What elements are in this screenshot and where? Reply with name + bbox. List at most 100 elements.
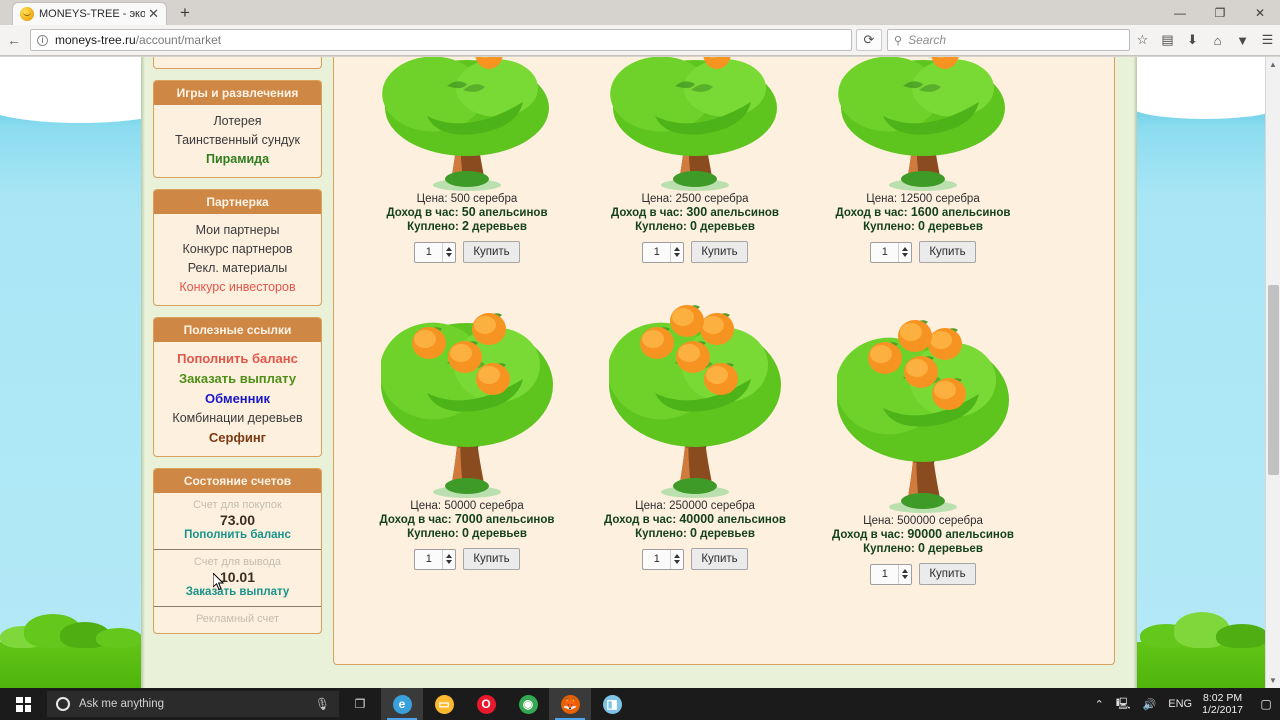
- scroll-down-icon[interactable]: ▼: [1266, 673, 1280, 688]
- price-currency: серебра: [935, 193, 980, 205]
- quantity-stepper[interactable]: 1: [642, 548, 685, 570]
- volume-icon[interactable]: 🔊: [1137, 698, 1163, 711]
- menu-icon[interactable]: ☰: [1255, 26, 1280, 54]
- library-icon[interactable]: ▤: [1155, 26, 1180, 54]
- windows-taskbar: Ask me anything 🎙 ❐ e ▭ O ◉ 🦊 ◨ ⌃ 🖳 🔊 ENG 8:0…: [0, 688, 1280, 720]
- taskbar-app-file-explorer[interactable]: ▭: [423, 688, 465, 720]
- stepper-arrows-icon[interactable]: [670, 549, 683, 569]
- sidebar-link[interactable]: Мои партнеры: [160, 220, 315, 239]
- income-label: Доход в час:: [835, 207, 908, 219]
- buy-button[interactable]: Купить: [691, 241, 748, 263]
- income-unit: апельсинов: [710, 207, 779, 219]
- reload-button[interactable]: ⟳: [856, 29, 882, 51]
- quantity-value[interactable]: 1: [415, 246, 442, 258]
- show-hidden-icons[interactable]: ⌃: [1089, 698, 1110, 711]
- buy-button[interactable]: Купить: [463, 548, 520, 570]
- quantity-stepper[interactable]: 1: [414, 241, 457, 263]
- market-card: Цена: 250000 серебра Доход в час: 40000 а…: [580, 305, 810, 570]
- price-currency: серебра: [938, 515, 983, 527]
- quantity-stepper[interactable]: 1: [870, 241, 913, 263]
- home-icon[interactable]: ⌂: [1205, 26, 1230, 54]
- stepper-arrows-icon[interactable]: [898, 564, 911, 584]
- taskbar-app-bluestacks[interactable]: ◨: [591, 688, 633, 720]
- stepper-arrows-icon[interactable]: [670, 242, 683, 262]
- clock[interactable]: 8:02 PM 1/2/2017: [1198, 692, 1252, 716]
- browser-window: MONEYS-TREE - экономи... ✕ + — ❐ ✕ ← i m…: [0, 0, 1280, 688]
- site-info-icon[interactable]: i: [37, 34, 48, 46]
- notification-center-icon[interactable]: ▢: [1252, 688, 1280, 720]
- buy-button[interactable]: Купить: [463, 241, 520, 263]
- quantity-stepper[interactable]: 1: [642, 241, 685, 263]
- quantity-value[interactable]: 1: [415, 553, 442, 565]
- quantity-value[interactable]: 1: [643, 246, 670, 258]
- minimize-button[interactable]: —: [1160, 0, 1200, 25]
- price-currency: серебра: [479, 500, 524, 512]
- income-value: 40000: [679, 512, 715, 526]
- maximize-button[interactable]: ❐: [1200, 0, 1240, 25]
- sidebar-link[interactable]: Конкурс инвесторов: [160, 277, 315, 296]
- scrollbar-thumb[interactable]: [1268, 285, 1279, 475]
- income-label: Доход в час:: [386, 207, 459, 219]
- browser-tab[interactable]: MONEYS-TREE - экономи... ✕: [12, 2, 167, 25]
- quantity-value[interactable]: 1: [871, 568, 898, 580]
- quantity-value[interactable]: 1: [871, 246, 898, 258]
- close-window-button[interactable]: ✕: [1240, 0, 1280, 25]
- price-label: Цена:: [635, 500, 666, 512]
- address-bar[interactable]: i moneys-tree.ru/account/market: [30, 29, 852, 51]
- sidebar-link[interactable]: Рекл. материалы: [160, 258, 315, 277]
- stepper-arrows-icon[interactable]: [442, 242, 455, 262]
- microphone-icon[interactable]: 🎙: [315, 697, 330, 711]
- sidebar-link[interactable]: Серфинг: [160, 427, 315, 447]
- taskbar-app-opera[interactable]: O: [465, 688, 507, 720]
- taskbar-app-firefox[interactable]: 🦊: [549, 688, 591, 720]
- tree-image: [352, 305, 582, 500]
- account-action-link[interactable]: Заказать выплату: [164, 586, 311, 598]
- accounts-title: Состояние счетов: [154, 469, 321, 493]
- pocket-icon[interactable]: ▼: [1230, 26, 1255, 54]
- close-tab-icon[interactable]: ✕: [145, 6, 162, 22]
- sidebar-link[interactable]: Обменник: [160, 388, 315, 408]
- buy-button[interactable]: Купить: [919, 241, 976, 263]
- search-bar[interactable]: ⚲ Search: [887, 29, 1130, 51]
- buy-button[interactable]: Купить: [691, 548, 748, 570]
- sidebar-link[interactable]: Комбинации деревьев: [160, 408, 315, 427]
- quantity-stepper[interactable]: 1: [414, 548, 457, 570]
- start-button[interactable]: [0, 688, 47, 720]
- search-input[interactable]: Search: [908, 33, 946, 47]
- new-tab-button[interactable]: +: [180, 4, 190, 22]
- stepper-arrows-icon[interactable]: [442, 549, 455, 569]
- buy-button[interactable]: Купить: [919, 563, 976, 585]
- sidebar-link[interactable]: Пополнить баланс: [160, 348, 315, 368]
- downloads-icon[interactable]: ⬇: [1180, 26, 1205, 54]
- sidebar-block-body: Пополнить баланс Заказать выплату Обменник…: [154, 342, 321, 456]
- account-action-link[interactable]: Пополнить баланс: [164, 529, 311, 541]
- sidebar-link[interactable]: Заказать выплату: [160, 368, 315, 388]
- quantity-stepper[interactable]: 1: [870, 563, 913, 585]
- back-button[interactable]: ←: [0, 26, 28, 54]
- income-unit: апельсинов: [478, 207, 548, 219]
- navigation-bar: ← i moneys-tree.ru/account/market ⟳ ⚲ Se…: [0, 25, 1280, 56]
- sidebar-link[interactable]: Конкурс партнеров: [160, 239, 315, 258]
- accounts-list: Счет для покупок 73.00 Пополнить баланс Сче…: [154, 493, 321, 633]
- bookmark-star-icon[interactable]: ☆: [1130, 26, 1155, 54]
- taskbar-app-edge[interactable]: e: [381, 688, 423, 720]
- owned-unit: деревьев: [700, 221, 755, 233]
- language-indicator[interactable]: ENG: [1162, 698, 1198, 710]
- card-controls: 1 Купить: [352, 548, 582, 570]
- scroll-up-icon[interactable]: ▲: [1266, 57, 1280, 72]
- price-value: 2500: [675, 193, 702, 205]
- sidebar-link[interactable]: Пирамида: [160, 149, 315, 168]
- quantity-value[interactable]: 1: [643, 553, 670, 565]
- stepper-arrows-icon[interactable]: [898, 242, 911, 262]
- card-controls: 1 Купить: [352, 241, 582, 263]
- card-income: Доход в час: 1600 апельсинов: [808, 205, 1038, 219]
- taskbar-app-chrome[interactable]: ◉: [507, 688, 549, 720]
- vertical-scrollbar[interactable]: ▲ ▼: [1265, 57, 1280, 688]
- network-icon[interactable]: 🖳: [1110, 695, 1137, 714]
- cortana-search-box[interactable]: Ask me anything 🎙: [47, 691, 339, 717]
- account-label: Счет для покупок: [193, 499, 282, 511]
- sidebar-link[interactable]: Таинственный сундук: [160, 130, 315, 149]
- task-view-button[interactable]: ❐: [339, 688, 381, 720]
- income-label: Доход в час:: [604, 514, 677, 526]
- sidebar-link[interactable]: Лотерея: [160, 111, 315, 130]
